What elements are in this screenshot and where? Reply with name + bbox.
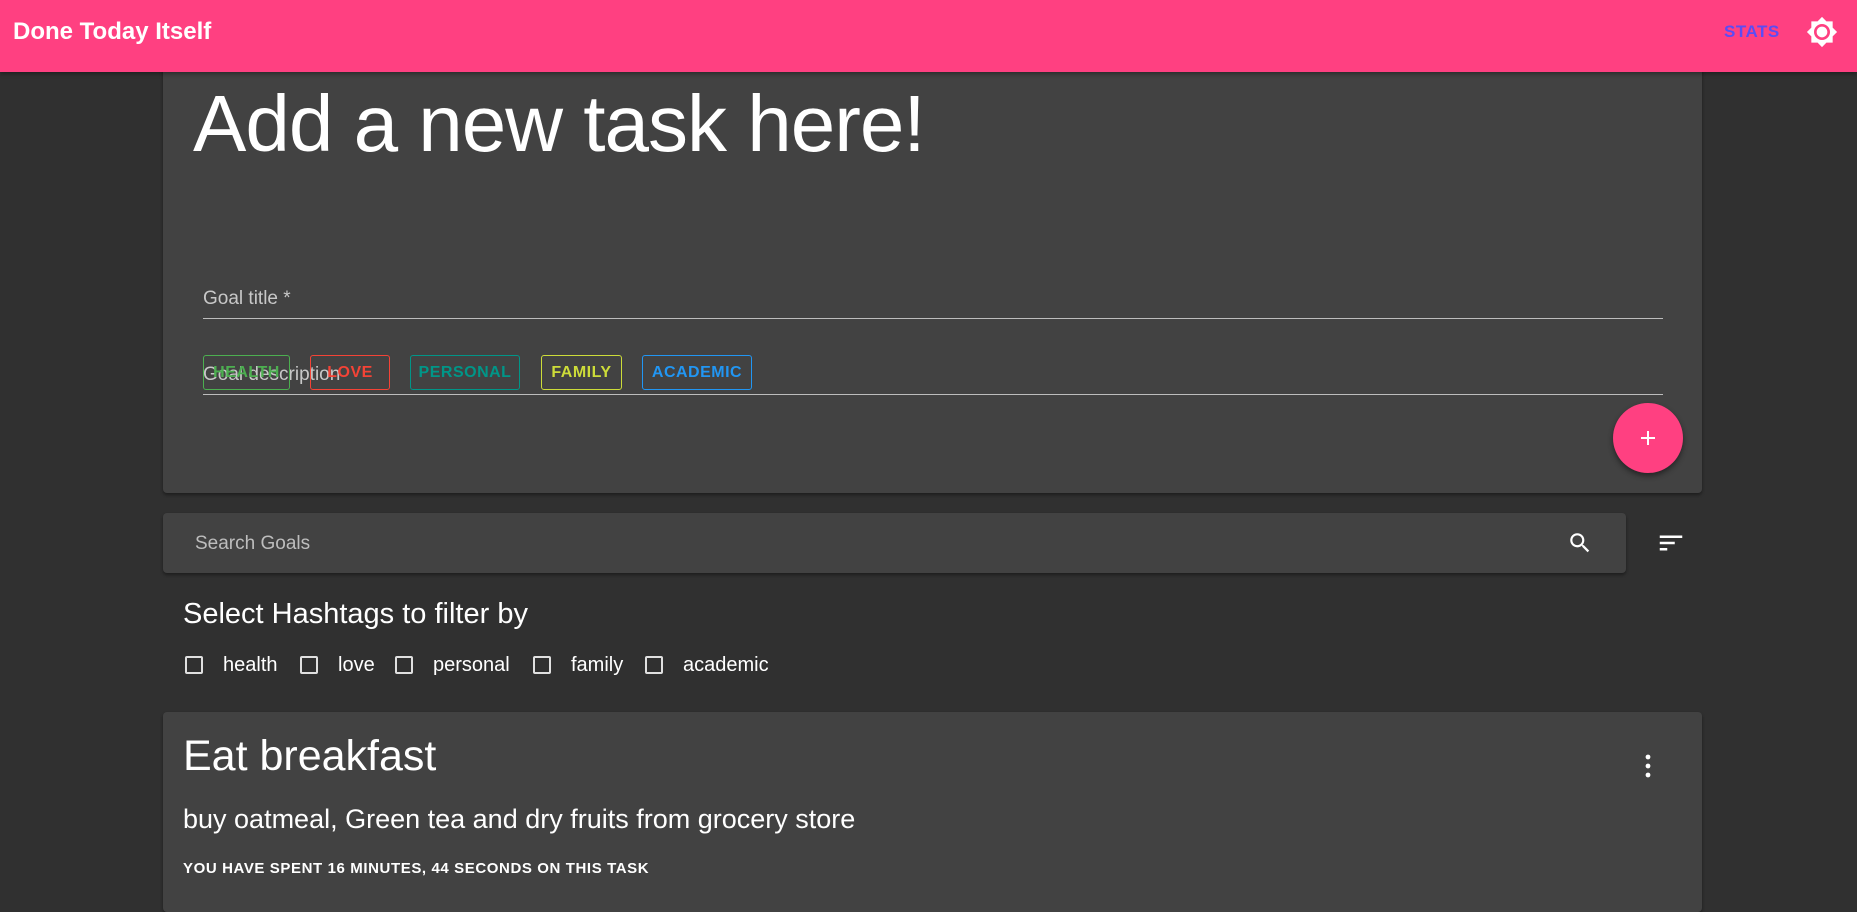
plus-icon — [1641, 431, 1655, 445]
new-task-heading: Add a new task here! — [193, 79, 926, 168]
filter-academic-checkbox[interactable]: academic — [643, 651, 769, 679]
filter-personal-checkbox[interactable]: personal — [393, 651, 510, 679]
filter-personal-label: personal — [433, 653, 510, 676]
app-bar: Done Today Itself STATS — [0, 0, 1857, 72]
sort-icon[interactable] — [1656, 528, 1686, 558]
checkbox-box[interactable] — [533, 656, 551, 674]
checkbox-box[interactable] — [645, 656, 663, 674]
tag-family-button[interactable]: FAMILY — [541, 355, 622, 390]
new-task-card: Add a new task here! Goal title * Goal d… — [163, 60, 1702, 493]
goal-title-field[interactable]: Goal title * — [203, 230, 1663, 319]
tag-love-button[interactable]: LOVE — [310, 355, 390, 390]
filter-family-label: family — [571, 653, 624, 676]
search-input[interactable] — [193, 513, 1547, 575]
task-time-spent: YOU HAVE SPENT 16 MINUTES, 44 SECONDS ON… — [183, 860, 650, 877]
checkbox-box[interactable] — [395, 656, 413, 674]
filter-love-checkbox[interactable]: love — [298, 651, 375, 679]
goal-title-label: Goal title * — [203, 288, 291, 309]
filter-health-checkbox[interactable]: health — [183, 651, 278, 679]
add-task-button[interactable] — [1613, 403, 1683, 473]
app-title: Done Today Itself — [13, 18, 212, 45]
filter-family-checkbox[interactable]: family — [531, 651, 623, 679]
search-icon[interactable] — [1567, 530, 1593, 556]
filter-health-label: health — [223, 653, 278, 676]
search-bar — [163, 513, 1626, 575]
task-description: buy oatmeal, Green tea and dry fruits fr… — [183, 804, 856, 834]
tag-health-button[interactable]: HEALTH — [203, 355, 290, 390]
stats-link[interactable]: STATS — [1724, 22, 1780, 42]
filter-love-label: love — [338, 653, 375, 676]
task-card: Eat breakfast buy oatmeal, Green tea and… — [163, 712, 1702, 912]
task-title: Eat breakfast — [183, 732, 437, 780]
filter-heading: Select Hashtags to filter by — [183, 598, 528, 630]
tag-personal-button[interactable]: PERSONAL — [410, 355, 520, 390]
brightness-icon[interactable] — [1806, 16, 1838, 48]
filter-academic-label: academic — [683, 653, 769, 676]
checkbox-box[interactable] — [300, 656, 318, 674]
tag-academic-button[interactable]: ACADEMIC — [642, 355, 752, 390]
checkbox-box[interactable] — [185, 656, 203, 674]
more-vert-icon[interactable] — [1641, 752, 1655, 780]
